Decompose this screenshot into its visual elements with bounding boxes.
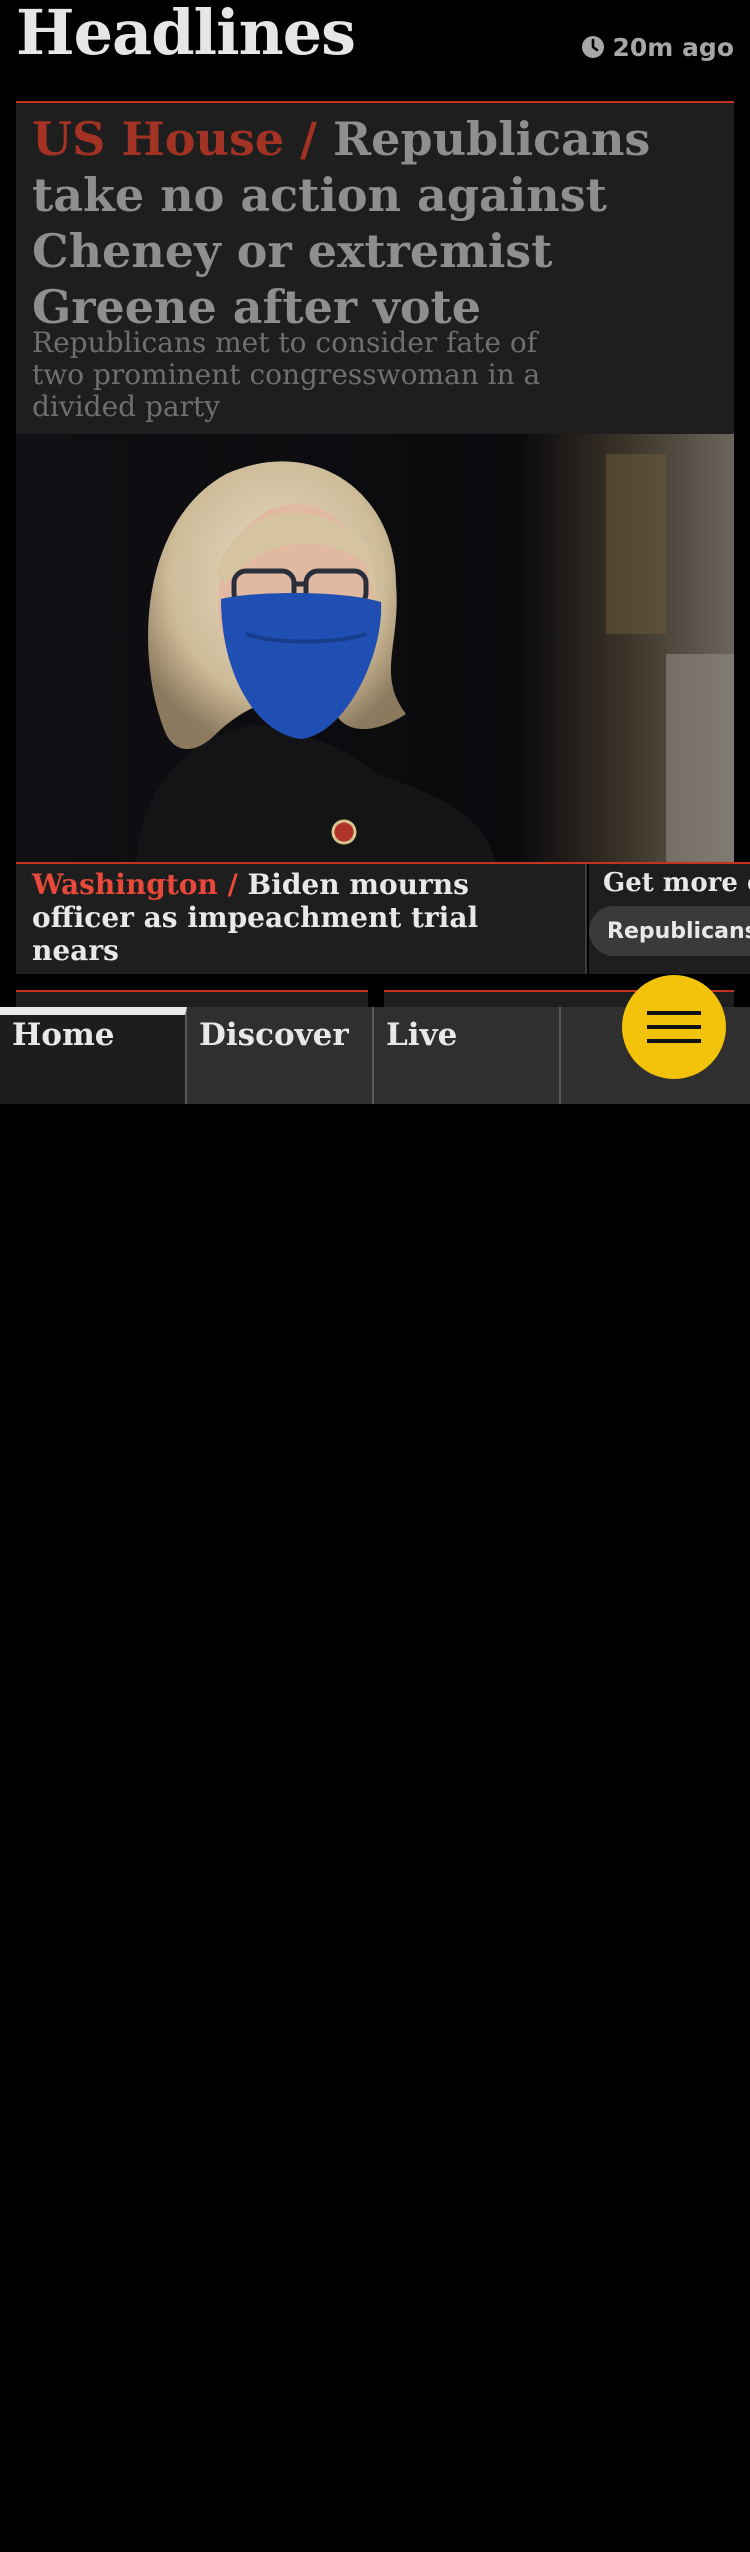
page-title: Headlines (16, 0, 356, 69)
lead-headline: US House / Republicans take no action ag… (32, 111, 712, 335)
secondary-kicker: Washington / (32, 868, 238, 901)
tab-home[interactable]: Home (0, 1007, 187, 1104)
tab-discover-label: Discover (199, 1017, 349, 1053)
last-updated: 20m ago (581, 30, 734, 64)
lead-photo-illustration (16, 434, 734, 864)
tab-discover[interactable]: Discover (187, 1007, 374, 1104)
tab-home-label: Home (12, 1017, 115, 1053)
more-on-card: Get more on Republicans (589, 864, 750, 974)
last-updated-text: 20m ago (612, 32, 734, 62)
menu-button[interactable] (622, 975, 726, 1079)
secondary-stories-row: Washington / Biden mourns officer as imp… (16, 862, 750, 974)
more-on-title: Get more on (603, 868, 750, 898)
secondary-headline: Washington / Biden mourns officer as imp… (32, 868, 552, 967)
topic-tag-button[interactable]: Republicans (589, 906, 750, 956)
tab-live[interactable]: Live (374, 1007, 561, 1104)
hamburger-menu-icon (647, 1011, 701, 1043)
clock-icon (581, 36, 604, 58)
secondary-story-card[interactable]: Washington / Biden mourns officer as imp… (16, 864, 587, 974)
app-header: Headlines 20m ago (0, 0, 750, 100)
lead-kicker: US House / (32, 112, 317, 166)
lead-photo (16, 434, 734, 864)
lead-story-card[interactable]: US House / Republicans take no action ag… (16, 101, 734, 864)
lead-standfirst: Republicans met to consider fate of two … (32, 326, 541, 423)
tab-live-label: Live (386, 1017, 458, 1053)
